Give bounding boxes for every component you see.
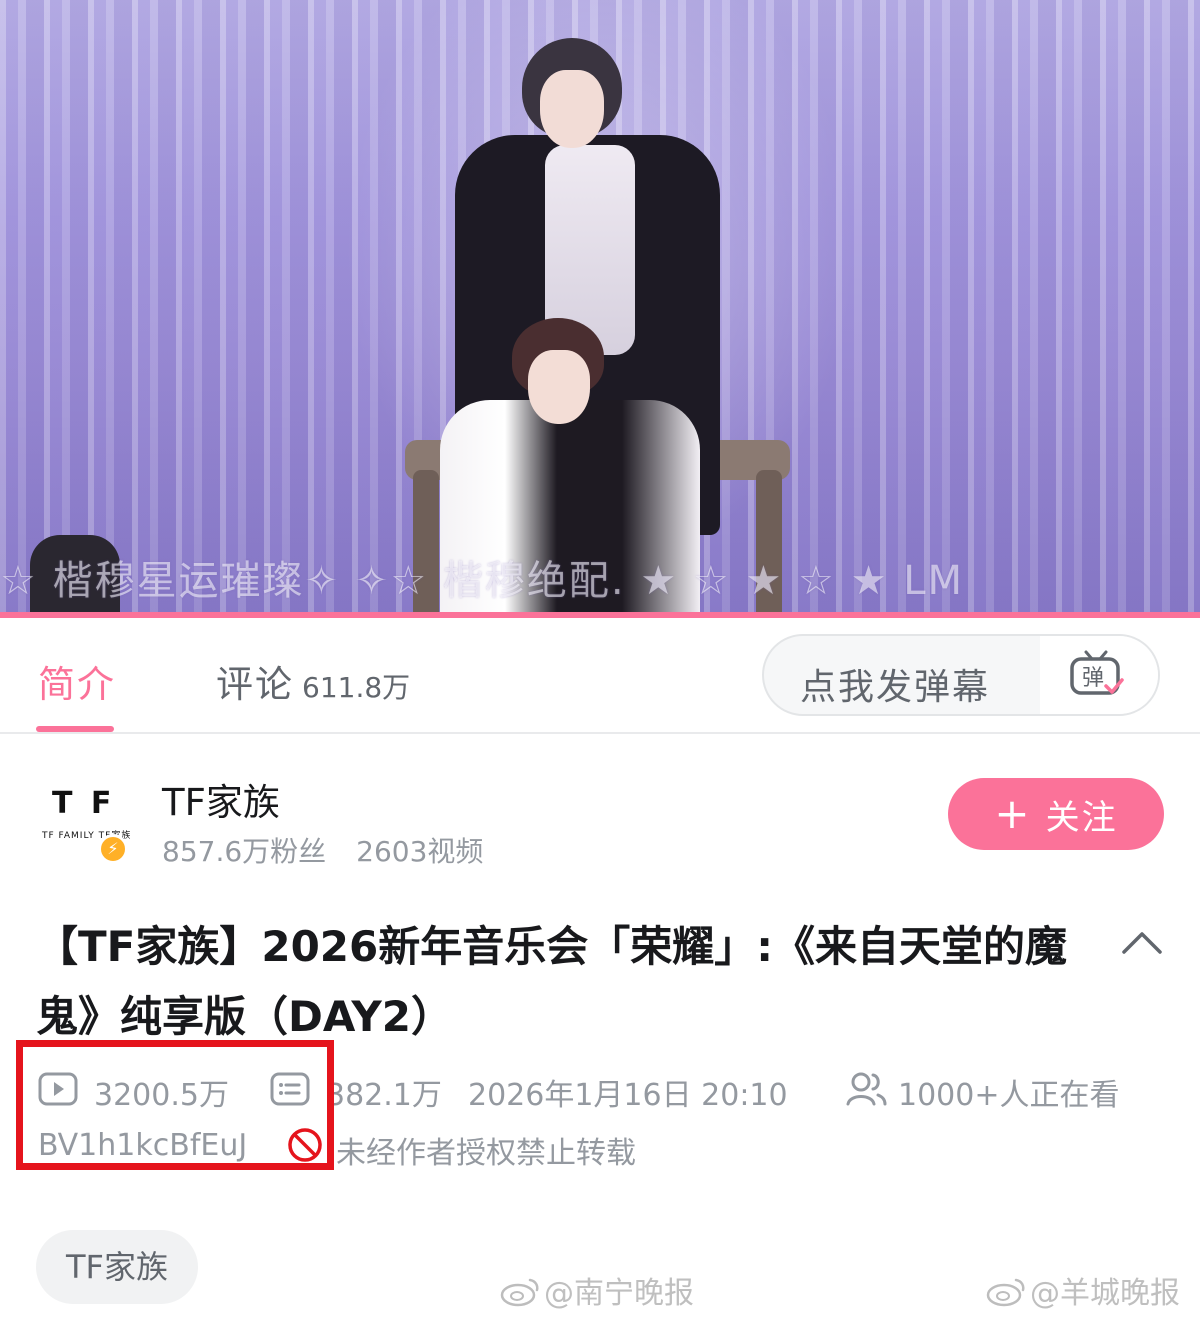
uploader-fans: 857.6万粉丝 (162, 835, 327, 868)
danmaku-input[interactable]: 点我发弹幕 弹 (762, 634, 1160, 716)
uploader-name[interactable]: TF家族 (162, 772, 280, 826)
danmaku-input-placeholder: 点我发弹幕 (800, 667, 991, 708)
danmaku-toggle-button[interactable]: 弹 (1040, 636, 1158, 714)
svg-text:弹: 弹 (1082, 666, 1104, 691)
danmaku-count: 382.1万 (326, 1078, 442, 1113)
follow-button[interactable]: + 关注 (948, 778, 1164, 850)
follow-label: 关注 (1045, 797, 1118, 838)
weibo-logo-icon (986, 1278, 1025, 1307)
tab-intro[interactable]: 简介 (38, 654, 116, 708)
uploader-stats: 857.6万粉丝 2603视频 (162, 830, 483, 870)
plus-icon: + (994, 789, 1032, 838)
weibo-logo-icon (500, 1278, 539, 1307)
uploader-video-count: 2603视频 (356, 835, 484, 868)
watermark-text: @南宁晚报 (544, 1276, 694, 1311)
tab-active-indicator (36, 726, 114, 732)
tab-bar: 简介 评论 611.8万 点我发弹幕 弹 (0, 618, 1200, 734)
watermark-text: @羊城晚报 (1030, 1276, 1180, 1311)
watching-now: 1000+人正在看 (898, 1078, 1120, 1113)
verified-badge-icon: ⚡ (98, 834, 128, 864)
uploader-section: T F TF FAMILY TF家族 ⚡ TF家族 857.6万粉丝 2603视频… (0, 760, 1200, 870)
video-player[interactable]: ☆ 楷穆星运璀璨✧ ✧☆ 楷穆绝配. ★ ☆ ★ ☆ ★ LM (0, 0, 1200, 618)
tab-comments-count: 611.8万 (302, 671, 411, 704)
video-title: 【TF家族】2026新年音乐会「荣耀」:《来自天堂的魔鬼》纯享版（DAY2） (36, 922, 1068, 1041)
watermark: @南宁晚报 (500, 1268, 694, 1312)
danmaku-toggle-icon: 弹 (1070, 650, 1124, 695)
copyright-notice: 未经作者授权禁止转载 (336, 1136, 636, 1171)
chevron-up-icon[interactable] (1118, 922, 1166, 962)
tab-comments[interactable]: 评论 611.8万 (216, 654, 410, 708)
annotation-highlight-box (16, 1040, 334, 1170)
tag-chip[interactable]: TF家族 (36, 1230, 198, 1304)
people-icon (846, 1072, 887, 1106)
uploader-avatar[interactable]: T F TF FAMILY TF家族 ⚡ (36, 770, 130, 864)
tab-comments-label: 评论 (216, 663, 294, 706)
danmaku-overlay-text: ☆ 楷穆星运璀璨✧ ✧☆ 楷穆绝配. ★ ☆ ★ ☆ ★ LM (0, 558, 964, 604)
avatar-logo-mark: T F (52, 786, 116, 821)
watermark: @羊城晚报 (986, 1268, 1180, 1312)
publish-time: 2026年1月16日 20:10 (468, 1078, 788, 1113)
